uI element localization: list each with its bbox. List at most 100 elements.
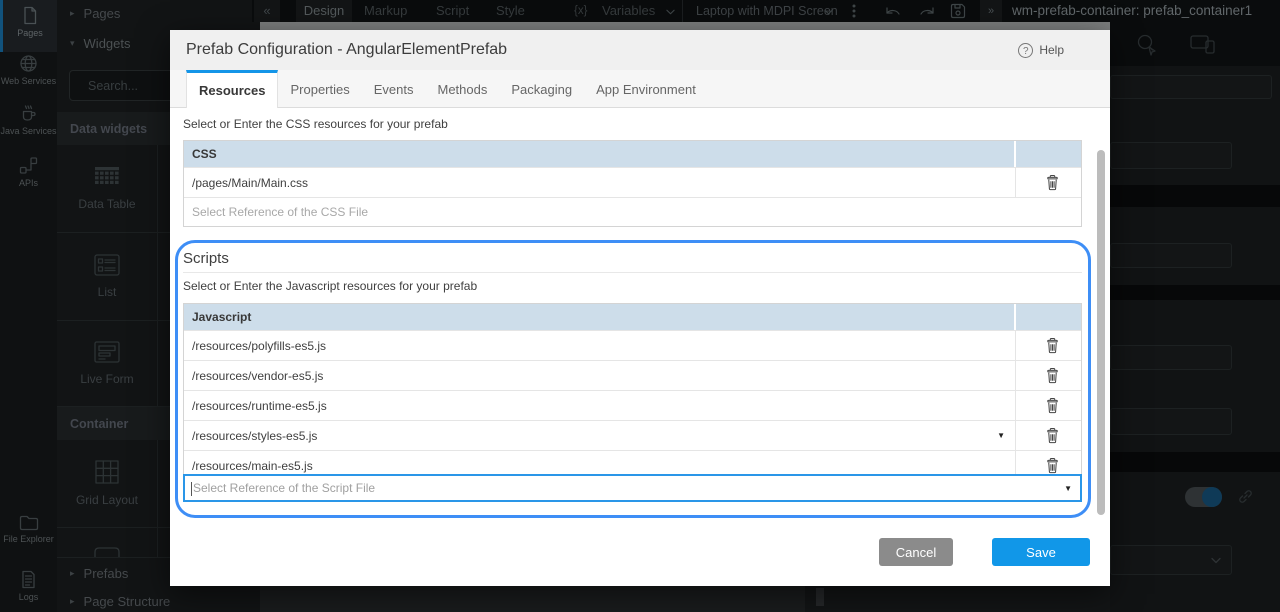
property-field[interactable] bbox=[1110, 243, 1232, 268]
css-resource-value[interactable]: /pages/Main/Main.css bbox=[184, 168, 1016, 197]
rail-item-pages[interactable]: Pages bbox=[0, 0, 57, 52]
rail-item-apis[interactable]: APIs bbox=[0, 156, 57, 204]
property-field[interactable] bbox=[1110, 345, 1232, 370]
delete-icon[interactable] bbox=[1045, 367, 1060, 384]
widget-data-table[interactable]: Data Table bbox=[57, 145, 158, 233]
property-group-header bbox=[1110, 452, 1280, 472]
script-reference-input[interactable] bbox=[185, 481, 1064, 495]
breadcrumb-expand-button[interactable]: » bbox=[980, 0, 1002, 22]
variables-menu[interactable]: Variables bbox=[602, 0, 655, 22]
table-row: /pages/Main/Main.css bbox=[184, 167, 1081, 197]
script-resource-value[interactable]: /resources/runtime-es5.js bbox=[184, 391, 1016, 420]
panel-section-pages[interactable]: ▸ Pages bbox=[57, 0, 260, 26]
rail-item-logs[interactable]: Logs bbox=[0, 570, 57, 612]
bind-property-icon[interactable] bbox=[1238, 489, 1253, 504]
css-reference-input[interactable] bbox=[184, 198, 1081, 226]
select-inspect-icon[interactable] bbox=[1135, 33, 1159, 57]
caret-right-icon: ▸ bbox=[70, 568, 75, 579]
dropdown-arrow-icon[interactable]: ▼ bbox=[997, 431, 1005, 440]
dialog-content: Select or Enter the CSS resources for yo… bbox=[170, 108, 1110, 586]
canvas-area bbox=[260, 586, 805, 612]
panel-section-page-structure[interactable]: ▸ Page Structure bbox=[57, 590, 260, 612]
device-selector[interactable]: Laptop with MDPI Screen bbox=[696, 0, 838, 22]
property-toggle[interactable] bbox=[1185, 487, 1222, 507]
rail-item-label: Logs bbox=[19, 592, 39, 602]
rail-item-java-services[interactable]: Java Services bbox=[0, 104, 57, 154]
script-resource-text: /resources/styles-es5.js bbox=[192, 429, 317, 443]
widget-grid-layout[interactable]: Grid Layout bbox=[57, 440, 158, 528]
redo-icon[interactable] bbox=[918, 5, 936, 18]
actions-column-header bbox=[1016, 141, 1081, 167]
save-icon[interactable] bbox=[950, 3, 966, 19]
delete-icon[interactable] bbox=[1045, 174, 1060, 191]
section-header-label: Data widgets bbox=[70, 122, 147, 136]
more-options-icon[interactable] bbox=[852, 4, 856, 18]
help-button[interactable]: ? Help bbox=[1018, 30, 1064, 70]
scripts-section-label: Select or Enter the Javascript resources… bbox=[183, 279, 477, 293]
breadcrumb[interactable]: wm-prefab-container: prefab_container1 bbox=[1012, 0, 1252, 22]
property-field[interactable] bbox=[1110, 142, 1232, 169]
chevron-down-icon bbox=[824, 9, 833, 15]
css-table-header: CSS bbox=[184, 141, 1081, 167]
right-toolbar bbox=[1110, 22, 1280, 66]
canvas-scrollbar[interactable] bbox=[816, 588, 824, 606]
rail-item-label: Java Services bbox=[0, 126, 56, 136]
dialog-scrollbar-thumb[interactable] bbox=[1097, 150, 1105, 515]
script-resource-value[interactable]: /resources/vendor-es5.js bbox=[184, 361, 1016, 390]
tab-markup[interactable]: Markup bbox=[364, 0, 407, 22]
rail-item-file-explorer[interactable]: File Explorer bbox=[0, 514, 57, 566]
widget-list[interactable]: List bbox=[57, 233, 158, 321]
help-label: Help bbox=[1039, 43, 1064, 57]
table-row: /resources/polyfills-es5.js bbox=[184, 330, 1081, 360]
delete-icon[interactable] bbox=[1045, 337, 1060, 354]
tab-resources[interactable]: Resources bbox=[186, 70, 278, 108]
table-row: /resources/runtime-es5.js bbox=[184, 390, 1081, 420]
table-row: /resources/vendor-es5.js bbox=[184, 360, 1081, 390]
tab-properties[interactable]: Properties bbox=[278, 70, 361, 106]
undo-icon[interactable] bbox=[884, 5, 902, 18]
variables-icon: {x} bbox=[574, 0, 587, 22]
caret-down-icon: ▾ bbox=[70, 38, 75, 49]
dropdown-arrow-icon[interactable]: ▼ bbox=[1064, 484, 1080, 493]
script-resource-value[interactable]: /resources/polyfills-es5.js bbox=[184, 331, 1016, 360]
tab-style[interactable]: Style bbox=[496, 0, 525, 22]
folder-icon bbox=[19, 514, 39, 531]
scripts-table: Javascript /resources/polyfills-es5.js /… bbox=[183, 303, 1082, 481]
tab-events[interactable]: Events bbox=[362, 70, 426, 106]
property-field[interactable] bbox=[1110, 75, 1272, 99]
save-button[interactable]: Save bbox=[992, 538, 1090, 566]
panel-section-label: Pages bbox=[84, 6, 121, 21]
wavemaker-studio: Pages Web Services Java Services APIs Fi… bbox=[0, 0, 1280, 612]
rail-item-label: Web Services bbox=[1, 76, 56, 86]
toolbar-divider bbox=[682, 0, 683, 22]
script-input-row: ▼ bbox=[183, 474, 1082, 502]
delete-icon[interactable] bbox=[1045, 397, 1060, 414]
panel-section-label: Prefabs bbox=[84, 566, 129, 581]
rail-item-web-services[interactable]: Web Services bbox=[0, 54, 57, 102]
collapse-panel-button[interactable]: « bbox=[254, 0, 280, 22]
widget-live-form[interactable]: Live Form bbox=[57, 321, 158, 407]
cancel-button[interactable]: Cancel bbox=[879, 538, 953, 566]
dialog-header: Prefab Configuration - AngularElementPre… bbox=[170, 30, 1110, 70]
rail-item-label: APIs bbox=[19, 178, 38, 188]
dialog-title: Prefab Configuration - AngularElementPre… bbox=[186, 30, 507, 70]
delete-icon[interactable] bbox=[1045, 457, 1060, 474]
tab-packaging[interactable]: Packaging bbox=[499, 70, 584, 106]
tab-design[interactable]: Design bbox=[296, 0, 352, 22]
scripts-divider bbox=[183, 272, 1082, 273]
property-group-header bbox=[1110, 185, 1280, 207]
widget-label: Data Table bbox=[78, 197, 135, 211]
property-dropdown[interactable] bbox=[1110, 545, 1232, 575]
delete-icon[interactable] bbox=[1045, 427, 1060, 444]
panel-section-label: Widgets bbox=[84, 36, 131, 51]
widget-partial[interactable] bbox=[57, 528, 158, 557]
rail-item-label: Pages bbox=[17, 28, 43, 38]
tab-app-environment[interactable]: App Environment bbox=[584, 70, 708, 106]
css-section-label: Select or Enter the CSS resources for yo… bbox=[183, 117, 448, 131]
devices-preview-icon[interactable] bbox=[1190, 35, 1216, 54]
property-field[interactable] bbox=[1110, 408, 1232, 435]
tab-script[interactable]: Script bbox=[436, 0, 469, 22]
tab-methods[interactable]: Methods bbox=[425, 70, 499, 106]
script-resource-value[interactable]: /resources/styles-es5.js ▼ bbox=[184, 421, 1016, 450]
grid-layout-icon bbox=[95, 460, 119, 484]
